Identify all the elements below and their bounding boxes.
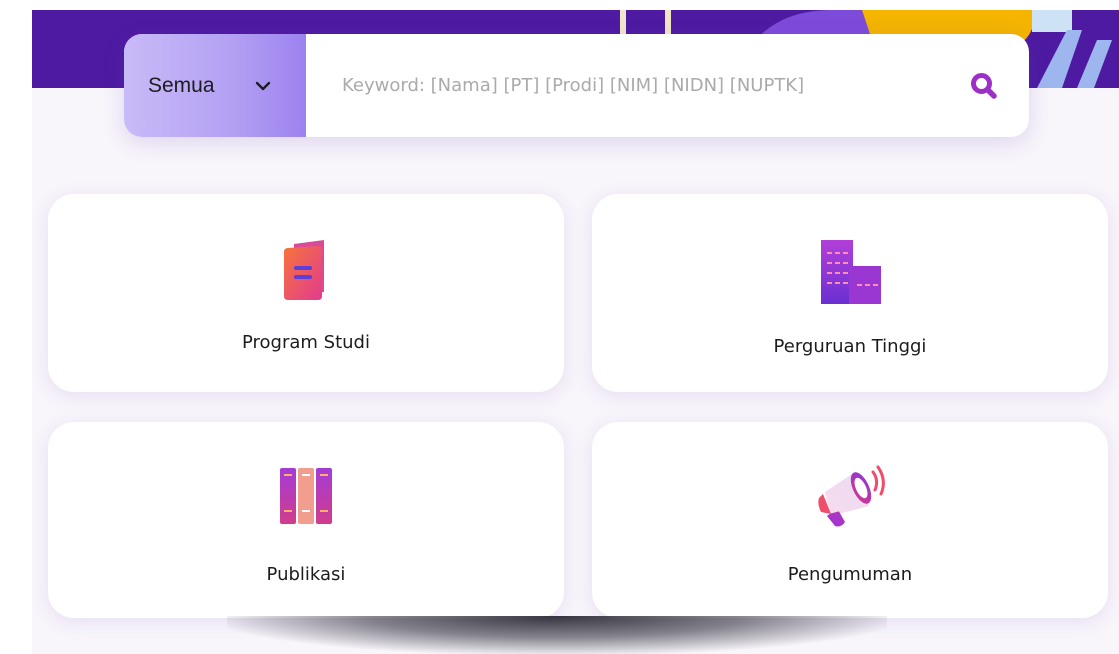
bottom-shadow — [227, 616, 887, 654]
search-button[interactable] — [969, 71, 999, 101]
category-select[interactable]: Semua — [124, 34, 306, 137]
card-perguruan-tinggi[interactable]: Perguruan Tinggi — [592, 194, 1108, 392]
buildings-icon — [817, 238, 883, 308]
search-input-wrapper — [306, 34, 1029, 137]
search-bar: Semua — [124, 34, 1029, 137]
book-icon — [280, 240, 332, 306]
card-label: Publikasi — [266, 564, 346, 585]
card-label: Pengumuman — [787, 564, 913, 585]
search-input[interactable] — [340, 74, 969, 97]
search-icon — [971, 72, 997, 99]
card-publikasi[interactable]: Publikasi — [48, 422, 564, 618]
card-label: Program Studi — [242, 332, 370, 353]
card-pengumuman[interactable]: Pengumuman — [592, 422, 1108, 618]
megaphone-icon — [815, 464, 885, 534]
chevron-down-icon — [255, 81, 271, 91]
binders-icon — [278, 466, 334, 530]
category-select-value: Semua — [148, 73, 215, 97]
card-program-studi[interactable]: Program Studi — [48, 194, 564, 392]
card-label: Perguruan Tinggi — [773, 336, 927, 357]
page: Semua Keyword: [Nama] [PT] [Prodi] [NIM]… — [32, 10, 1119, 654]
